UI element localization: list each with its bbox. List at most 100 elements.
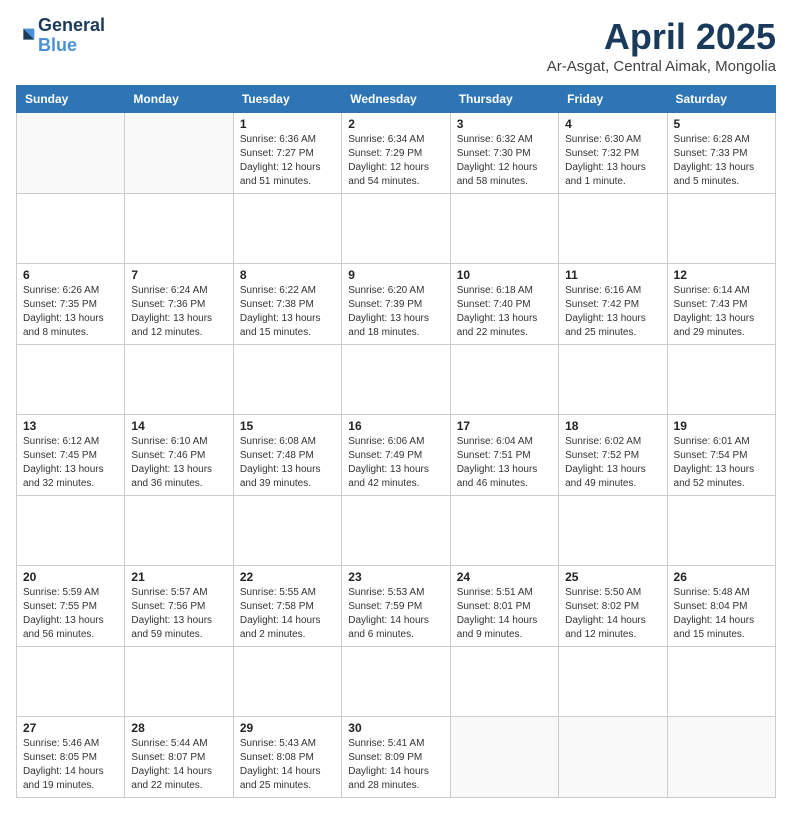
- week-divider: [17, 647, 776, 717]
- calendar-cell: 15Sunrise: 6:08 AM Sunset: 7:48 PM Dayli…: [233, 415, 341, 496]
- calendar-cell: 27 Sunrise: 5:46 AM Sunset: 8:05 PM Dayli…: [17, 717, 125, 798]
- calendar-cell: 23 Sunrise: 5:53 AM Sunset: 7:59 PM Dayli…: [342, 566, 450, 647]
- logo-blue-text: Blue: [38, 35, 77, 55]
- day-info: Sunrise: 6:04 AM Sunset: 7:51 PM Dayligh…: [457, 435, 552, 491]
- day-number: 29: [240, 721, 335, 735]
- month-title: April 2025: [547, 16, 776, 58]
- header: General Blue April 2025 Ar-Asgat, Centra…: [16, 16, 776, 75]
- logo-icon: [16, 25, 38, 47]
- calendar-cell: 12 Sunrise: 6:14 AM Sunset: 7:43 PM Dayli…: [667, 264, 775, 345]
- day-info: Sunrise: 5:51 AM Sunset: 8:01 PM Dayligh…: [457, 586, 552, 642]
- day-info: Sunrise: 6:30 AM Sunset: 7:32 PM Dayligh…: [565, 133, 660, 189]
- day-number: 26: [674, 570, 769, 584]
- calendar-cell: 6 Sunrise: 6:26 AM Sunset: 7:35 PM Daylig…: [17, 264, 125, 345]
- day-info: Sunrise: 5:44 AM Sunset: 8:07 PM Dayligh…: [131, 737, 226, 793]
- week-row-3: 13Sunrise: 6:12 AM Sunset: 7:45 PM Dayli…: [17, 415, 776, 496]
- day-number: 12: [674, 268, 769, 282]
- calendar-cell: 11Sunrise: 6:16 AM Sunset: 7:42 PM Dayli…: [559, 264, 667, 345]
- day-info: Sunrise: 6:16 AM Sunset: 7:42 PM Dayligh…: [565, 284, 660, 340]
- calendar-cell: 16 Sunrise: 6:06 AM Sunset: 7:49 PM Dayli…: [342, 415, 450, 496]
- day-number: 7: [131, 268, 226, 282]
- day-info: Sunrise: 6:34 AM Sunset: 7:29 PM Dayligh…: [348, 133, 443, 189]
- calendar-cell: 7Sunrise: 6:24 AM Sunset: 7:36 PM Daylig…: [125, 264, 233, 345]
- day-info: Sunrise: 5:50 AM Sunset: 8:02 PM Dayligh…: [565, 586, 660, 642]
- calendar-cell: 28 Sunrise: 5:44 AM Sunset: 8:07 PM Dayli…: [125, 717, 233, 798]
- weekday-header-row: SundayMondayTuesdayWednesdayThursdayFrid…: [17, 86, 776, 113]
- day-info: Sunrise: 6:32 AM Sunset: 7:30 PM Dayligh…: [457, 133, 552, 189]
- day-number: 8: [240, 268, 335, 282]
- calendar-cell: 26 Sunrise: 5:48 AM Sunset: 8:04 PM Dayli…: [667, 566, 775, 647]
- calendar-cell: 18 Sunrise: 6:02 AM Sunset: 7:52 PM Dayli…: [559, 415, 667, 496]
- day-number: 21: [131, 570, 226, 584]
- calendar-cell: 8 Sunrise: 6:22 AM Sunset: 7:38 PM Daylig…: [233, 264, 341, 345]
- week-divider: [17, 345, 776, 415]
- calendar-cell: [17, 113, 125, 194]
- day-number: 27: [23, 721, 118, 735]
- day-info: Sunrise: 6:20 AM Sunset: 7:39 PM Dayligh…: [348, 284, 443, 340]
- weekday-header-sunday: Sunday: [17, 86, 125, 113]
- day-info: Sunrise: 6:18 AM Sunset: 7:40 PM Dayligh…: [457, 284, 552, 340]
- calendar-cell: 3 Sunrise: 6:32 AM Sunset: 7:30 PM Daylig…: [450, 113, 558, 194]
- calendar-cell: 4 Sunrise: 6:30 AM Sunset: 7:32 PM Daylig…: [559, 113, 667, 194]
- day-info: Sunrise: 6:01 AM Sunset: 7:54 PM Dayligh…: [674, 435, 769, 491]
- weekday-header-monday: Monday: [125, 86, 233, 113]
- day-number: 25: [565, 570, 660, 584]
- week-row-4: 20Sunrise: 5:59 AM Sunset: 7:55 PM Dayli…: [17, 566, 776, 647]
- week-row-2: 6 Sunrise: 6:26 AM Sunset: 7:35 PM Daylig…: [17, 264, 776, 345]
- day-number: 28: [131, 721, 226, 735]
- day-number: 6: [23, 268, 118, 282]
- day-info: Sunrise: 5:59 AM Sunset: 7:55 PM Dayligh…: [23, 586, 118, 642]
- calendar-cell: 1 Sunrise: 6:36 AM Sunset: 7:27 PM Daylig…: [233, 113, 341, 194]
- calendar-cell: 20Sunrise: 5:59 AM Sunset: 7:55 PM Dayli…: [17, 566, 125, 647]
- day-info: Sunrise: 5:53 AM Sunset: 7:59 PM Dayligh…: [348, 586, 443, 642]
- calendar-cell: 22 Sunrise: 5:55 AM Sunset: 7:58 PM Dayli…: [233, 566, 341, 647]
- day-number: 17: [457, 419, 552, 433]
- calendar-cell: 9Sunrise: 6:20 AM Sunset: 7:39 PM Daylig…: [342, 264, 450, 345]
- day-info: Sunrise: 5:57 AM Sunset: 7:56 PM Dayligh…: [131, 586, 226, 642]
- day-number: 5: [674, 117, 769, 131]
- day-number: 18: [565, 419, 660, 433]
- day-info: Sunrise: 6:14 AM Sunset: 7:43 PM Dayligh…: [674, 284, 769, 340]
- day-info: Sunrise: 5:48 AM Sunset: 8:04 PM Dayligh…: [674, 586, 769, 642]
- logo: General Blue: [16, 16, 105, 56]
- calendar-cell: 19Sunrise: 6:01 AM Sunset: 7:54 PM Dayli…: [667, 415, 775, 496]
- day-number: 4: [565, 117, 660, 131]
- day-info: Sunrise: 6:02 AM Sunset: 7:52 PM Dayligh…: [565, 435, 660, 491]
- calendar-table: SundayMondayTuesdayWednesdayThursdayFrid…: [16, 85, 776, 798]
- day-number: 1: [240, 117, 335, 131]
- week-divider: [17, 194, 776, 264]
- calendar-cell: 17 Sunrise: 6:04 AM Sunset: 7:51 PM Dayli…: [450, 415, 558, 496]
- day-number: 2: [348, 117, 443, 131]
- weekday-header-friday: Friday: [559, 86, 667, 113]
- calendar-cell: 29Sunrise: 5:43 AM Sunset: 8:08 PM Dayli…: [233, 717, 341, 798]
- calendar-cell: [450, 717, 558, 798]
- day-info: Sunrise: 5:46 AM Sunset: 8:05 PM Dayligh…: [23, 737, 118, 793]
- day-info: Sunrise: 6:26 AM Sunset: 7:35 PM Dayligh…: [23, 284, 118, 340]
- day-info: Sunrise: 6:06 AM Sunset: 7:49 PM Dayligh…: [348, 435, 443, 491]
- calendar-cell: 14Sunrise: 6:10 AM Sunset: 7:46 PM Dayli…: [125, 415, 233, 496]
- calendar-cell: 13Sunrise: 6:12 AM Sunset: 7:45 PM Dayli…: [17, 415, 125, 496]
- calendar-cell: 30Sunrise: 5:41 AM Sunset: 8:09 PM Dayli…: [342, 717, 450, 798]
- day-info: Sunrise: 5:55 AM Sunset: 7:58 PM Dayligh…: [240, 586, 335, 642]
- day-info: Sunrise: 6:36 AM Sunset: 7:27 PM Dayligh…: [240, 133, 335, 189]
- day-info: Sunrise: 6:10 AM Sunset: 7:46 PM Dayligh…: [131, 435, 226, 491]
- calendar-cell: 2 Sunrise: 6:34 AM Sunset: 7:29 PM Daylig…: [342, 113, 450, 194]
- day-number: 3: [457, 117, 552, 131]
- day-info: Sunrise: 6:22 AM Sunset: 7:38 PM Dayligh…: [240, 284, 335, 340]
- week-row-1: 1 Sunrise: 6:36 AM Sunset: 7:27 PM Daylig…: [17, 113, 776, 194]
- day-number: 15: [240, 419, 335, 433]
- day-number: 24: [457, 570, 552, 584]
- day-info: Sunrise: 6:12 AM Sunset: 7:45 PM Dayligh…: [23, 435, 118, 491]
- day-number: 30: [348, 721, 443, 735]
- day-number: 22: [240, 570, 335, 584]
- week-divider: [17, 496, 776, 566]
- calendar-cell: 10 Sunrise: 6:18 AM Sunset: 7:40 PM Dayli…: [450, 264, 558, 345]
- day-info: Sunrise: 6:28 AM Sunset: 7:33 PM Dayligh…: [674, 133, 769, 189]
- day-number: 23: [348, 570, 443, 584]
- day-number: 10: [457, 268, 552, 282]
- calendar-cell: [559, 717, 667, 798]
- calendar-cell: 25 Sunrise: 5:50 AM Sunset: 8:02 PM Dayli…: [559, 566, 667, 647]
- day-number: 16: [348, 419, 443, 433]
- weekday-header-wednesday: Wednesday: [342, 86, 450, 113]
- logo-general-text: General: [38, 15, 105, 35]
